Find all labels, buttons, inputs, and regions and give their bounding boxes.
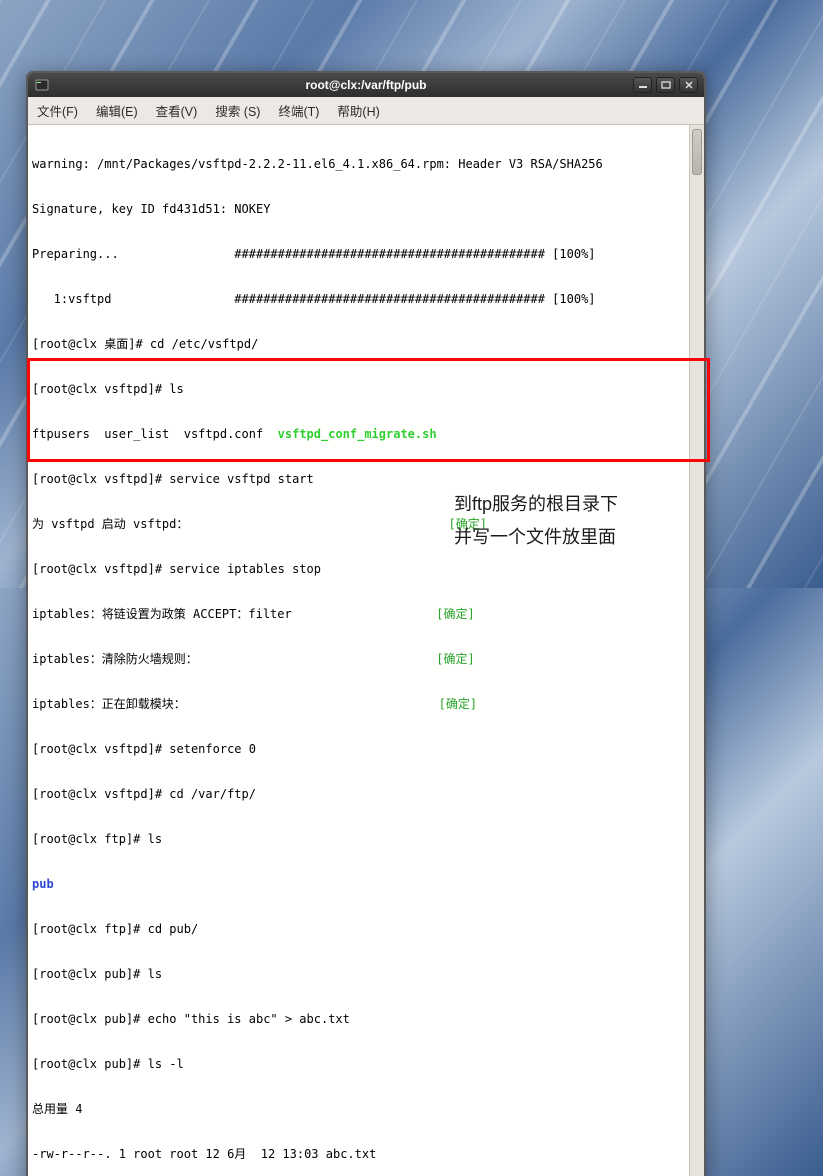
term-line: [root@clx pub]# ls -l bbox=[32, 1057, 704, 1072]
term-line: iptables：清除防火墙规则： [确定] bbox=[32, 652, 704, 667]
status-ok: [确定] bbox=[436, 607, 474, 621]
maximize-button[interactable] bbox=[656, 77, 675, 93]
window-title: root@clx:/var/ftp/pub bbox=[28, 78, 704, 92]
term-line: [root@clx vsftpd]# ls bbox=[32, 382, 704, 397]
term-line: 总用量 4 bbox=[32, 1102, 704, 1117]
term-line: iptables：正在卸载模块： [确定] bbox=[32, 697, 704, 712]
scroll-thumb[interactable] bbox=[692, 129, 702, 175]
term-line: Preparing... ###########################… bbox=[32, 247, 704, 262]
menu-edit[interactable]: 编辑(E) bbox=[93, 100, 141, 121]
terminal-content[interactable]: warning: /mnt/Packages/vsftpd-2.2.2-11.e… bbox=[28, 125, 704, 1176]
minimize-button[interactable] bbox=[633, 77, 652, 93]
term-line: [root@clx vsftpd]# service vsftpd start bbox=[32, 472, 704, 487]
term-line: [root@clx vsftpd]# cd /var/ftp/ bbox=[32, 787, 704, 802]
term-line: Signature, key ID fd431d51: NOKEY bbox=[32, 202, 704, 217]
status-ok: [确定] bbox=[439, 697, 477, 711]
status-ok: [确定] bbox=[436, 652, 474, 666]
term-line: [root@clx pub]# echo "this is abc" > abc… bbox=[32, 1012, 704, 1027]
term-line: [root@clx ftp]# cd pub/ bbox=[32, 922, 704, 937]
term-line: warning: /mnt/Packages/vsftpd-2.2.2-11.e… bbox=[32, 157, 704, 172]
menu-help[interactable]: 帮助(H) bbox=[334, 100, 382, 121]
term-line: [root@clx pub]# ls bbox=[32, 967, 704, 982]
menu-file[interactable]: 文件(F) bbox=[34, 100, 81, 121]
term-line: -rw-r--r--. 1 root root 12 6月 12 13:03 a… bbox=[32, 1147, 704, 1162]
window-controls bbox=[633, 77, 704, 93]
executable-file: vsftpd_conf_migrate.sh bbox=[278, 427, 437, 441]
app-icon bbox=[34, 77, 50, 93]
directory-name: pub bbox=[32, 877, 704, 892]
annotation-line-1: 到ftp服务的根目录下 bbox=[454, 490, 618, 516]
scrollbar[interactable]: ▴ ▾ bbox=[689, 125, 704, 1176]
term-line: ftpusers user_list vsftpd.conf vsftpd_co… bbox=[32, 427, 704, 442]
term-line: iptables：将链设置为政策 ACCEPT：filter [确定] bbox=[32, 607, 704, 622]
menu-search[interactable]: 搜索 (S) bbox=[212, 100, 263, 121]
term-line: [root@clx 桌面]# cd /etc/vsftpd/ bbox=[32, 337, 704, 352]
terminal-window: root@clx:/var/ftp/pub 文件(F) 编辑(E) 查看(V) … bbox=[26, 71, 706, 1176]
annotation-line-2: 并写一个文件放里面 bbox=[454, 523, 616, 549]
term-line: 1:vsftpd ###############################… bbox=[32, 292, 704, 307]
menu-view[interactable]: 查看(V) bbox=[153, 100, 201, 121]
titlebar[interactable]: root@clx:/var/ftp/pub bbox=[28, 73, 704, 97]
menu-terminal[interactable]: 终端(T) bbox=[275, 100, 322, 121]
close-button[interactable] bbox=[679, 77, 698, 93]
menubar: 文件(F) 编辑(E) 查看(V) 搜索 (S) 终端(T) 帮助(H) bbox=[28, 97, 704, 125]
term-line: [root@clx vsftpd]# setenforce 0 bbox=[32, 742, 704, 757]
term-line: [root@clx vsftpd]# service iptables stop bbox=[32, 562, 704, 577]
term-line: [root@clx ftp]# ls bbox=[32, 832, 704, 847]
